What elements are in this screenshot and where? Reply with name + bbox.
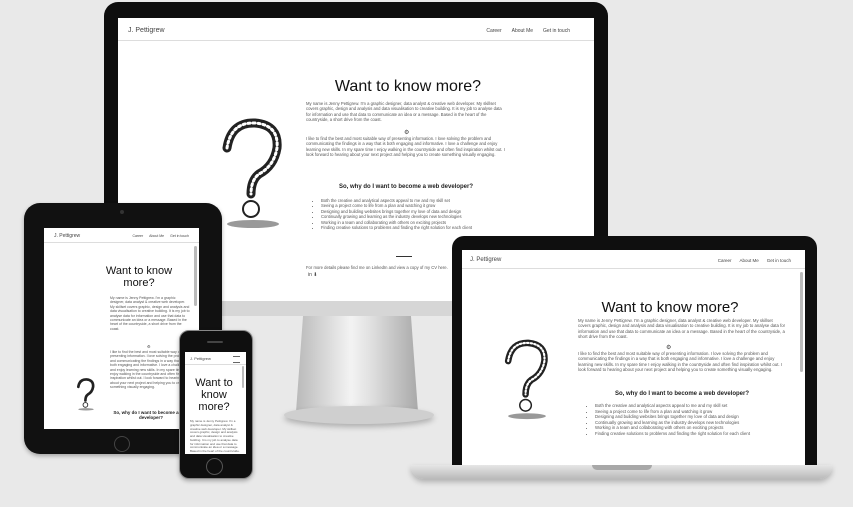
section-divider <box>396 256 412 257</box>
reasons-list: Both the creative and analytical aspects… <box>314 198 511 231</box>
macbook-screen: J. Pettigrew Career About Me Get in touc… <box>462 250 805 465</box>
gear-icon: ⚙ <box>404 130 410 136</box>
macbook-notch <box>592 465 652 470</box>
intro-paragraph: My name is Jenny Pettigrew. I'm a graphi… <box>306 101 502 122</box>
scrollbar-thumb[interactable] <box>194 246 197 306</box>
nav-link-contact[interactable]: Get in touch <box>170 234 189 238</box>
nav-link-career[interactable]: Career <box>718 258 732 263</box>
imac-stand-neck <box>296 312 418 412</box>
subheading: So, why do I want to become a web develo… <box>338 184 474 190</box>
page-title: Want to know more? <box>334 78 482 95</box>
page-title: Want to know more? <box>94 265 184 289</box>
nav-divider <box>185 364 246 365</box>
nav-divider <box>462 268 805 269</box>
second-paragraph: I like to find the best and most suitabl… <box>578 351 782 373</box>
main-nav: Career About Me Get in touch <box>132 234 189 238</box>
intro-paragraph: My name is Jenny Pettigrew. I'm a graphi… <box>578 318 786 340</box>
list-item: Finding creative solutions to problems a… <box>595 431 791 437</box>
nav-link-about[interactable]: About Me <box>149 234 164 238</box>
intro-paragraph: My name is Jenny Pettigrew. I'm a graphi… <box>190 420 240 452</box>
subheading: So, why do I want to become a web develo… <box>614 391 750 397</box>
iphone-screen: J. Pettigrew Want to know more? My name … <box>185 352 246 454</box>
nav-divider <box>44 242 199 243</box>
second-paragraph: I like to find the best and most suitabl… <box>110 350 187 389</box>
reasons-list: Both the creative and analytical aspects… <box>588 403 791 436</box>
page-title: Want to know more? <box>188 377 240 413</box>
main-nav: Career About Me Get in touch <box>486 28 570 34</box>
nav-link-about[interactable]: About Me <box>512 28 533 34</box>
page-title-text: Want to know more? <box>105 265 173 290</box>
intro-paragraph: My name is Jenny Pettigrew. I'm a graphi… <box>110 296 190 331</box>
question-mark-illustration <box>222 118 282 228</box>
gear-icon: ⚙ <box>147 344 151 349</box>
brand-logo[interactable]: J. Pettigrew <box>190 356 211 361</box>
gear-icon: ⚙ <box>666 345 672 351</box>
ipad-camera <box>120 210 124 214</box>
hamburger-menu-icon[interactable] <box>233 356 240 363</box>
question-mark-illustration <box>504 339 548 420</box>
nav-link-contact[interactable]: Get in touch <box>767 258 791 263</box>
nav-divider <box>118 40 594 41</box>
second-paragraph: I like to find the best and most suitabl… <box>306 136 505 157</box>
page-title-text: Want to know more? <box>195 377 233 414</box>
list-item: Finding creative solutions to problems a… <box>321 225 511 230</box>
scrollbar-thumb[interactable] <box>800 272 803 372</box>
question-mark-illustration <box>76 378 95 411</box>
ipad-home-button[interactable] <box>114 436 130 452</box>
brand-logo[interactable]: J. Pettigrew <box>470 257 501 263</box>
ipad-screen: J. Pettigrew Career About Me Get in touc… <box>44 228 199 429</box>
page-title: Want to know more? <box>601 299 739 316</box>
scrollbar-thumb[interactable] <box>242 366 244 388</box>
iphone-home-button[interactable] <box>206 458 223 475</box>
imac-stand-base <box>284 406 434 424</box>
main-nav: Career About Me Get in touch <box>718 258 791 263</box>
linkedin-icon[interactable]: in ⬇ <box>308 272 317 278</box>
brand-logo[interactable]: J. Pettigrew <box>54 233 80 239</box>
iphone-speaker <box>207 341 223 343</box>
nav-link-about[interactable]: About Me <box>739 258 758 263</box>
brand-logo[interactable]: J. Pettigrew <box>128 27 165 34</box>
nav-link-career[interactable]: Career <box>132 234 143 238</box>
nav-link-career[interactable]: Career <box>486 28 501 34</box>
nav-link-contact[interactable]: Get in touch <box>543 28 570 34</box>
